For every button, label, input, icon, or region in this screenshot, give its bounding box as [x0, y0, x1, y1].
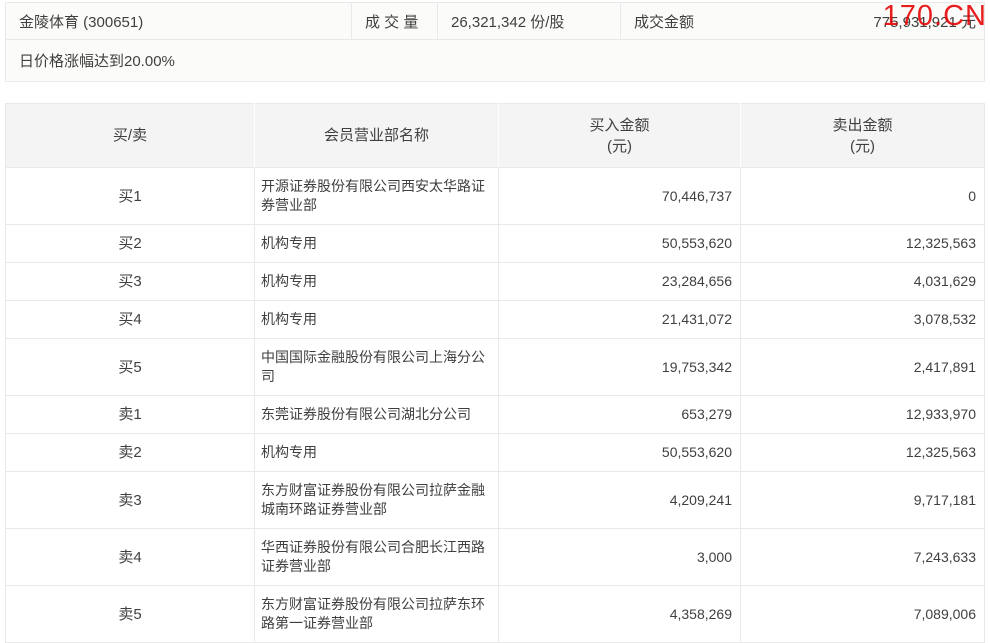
sell-amount-cell: 7,089,006	[741, 586, 985, 643]
site-watermark: 170.CN	[883, 0, 987, 33]
side-cell: 卖5	[6, 586, 255, 643]
side-cell: 卖1	[6, 396, 255, 434]
header-buy-amount: 买入金额 (元)	[499, 104, 741, 168]
table-row: 买5中国国际金融股份有限公司上海分公司19,753,3422,417,891	[6, 339, 985, 396]
volume-label: 成 交 量	[352, 3, 438, 39]
table-row: 卖4华西证券股份有限公司合肥长江西路证券营业部3,0007,243,633	[6, 529, 985, 586]
summary-box: 金陵体育 (300651) 成 交 量 26,321,342 份/股 成交金额 …	[5, 2, 985, 82]
buy-amount-cell: 50,553,620	[499, 225, 741, 263]
broker-name-cell: 中国国际金融股份有限公司上海分公司	[255, 339, 499, 396]
table-row: 卖2机构专用50,553,62012,325,563	[6, 434, 985, 472]
sell-amount-cell: 3,078,532	[741, 301, 985, 339]
buy-amount-cell: 653,279	[499, 396, 741, 434]
side-cell: 买4	[6, 301, 255, 339]
broker-name-cell: 华西证券股份有限公司合肥长江西路证券营业部	[255, 529, 499, 586]
broker-name-cell: 东莞证券股份有限公司湖北分公司	[255, 396, 499, 434]
header-sell-amount: 卖出金额 (元)	[741, 104, 985, 168]
header-buy-sell: 买/卖	[6, 104, 255, 168]
sell-amount-cell: 12,325,563	[741, 225, 985, 263]
buy-amount-cell: 70,446,737	[499, 168, 741, 225]
side-cell: 卖4	[6, 529, 255, 586]
stock-title: 金陵体育 (300651)	[6, 3, 352, 39]
broker-name-cell: 东方财富证券股份有限公司拉萨东环路第一证券营业部	[255, 586, 499, 643]
sell-amount-cell: 12,933,970	[741, 396, 985, 434]
broker-name-cell: 开源证券股份有限公司西安太华路证券营业部	[255, 168, 499, 225]
table-row: 卖1东莞证券股份有限公司湖北分公司653,27912,933,970	[6, 396, 985, 434]
table-row: 卖3东方财富证券股份有限公司拉萨金融城南环路证券营业部4,209,2419,71…	[6, 472, 985, 529]
buy-amount-cell: 3,000	[499, 529, 741, 586]
turnover-label: 成交金额	[634, 11, 694, 32]
side-cell: 买3	[6, 263, 255, 301]
sell-amount-cell: 7,243,633	[741, 529, 985, 586]
buy-amount-cell: 21,431,072	[499, 301, 741, 339]
buy-amount-cell: 50,553,620	[499, 434, 741, 472]
table-row: 买1开源证券股份有限公司西安太华路证券营业部70,446,7370	[6, 168, 985, 225]
table-row: 卖5东方财富证券股份有限公司拉萨东环路第一证券营业部4,358,2697,089…	[6, 586, 985, 643]
buy-amount-cell: 4,209,241	[499, 472, 741, 529]
buy-amount-cell: 4,358,269	[499, 586, 741, 643]
sell-amount-cell: 9,717,181	[741, 472, 985, 529]
broker-name-cell: 机构专用	[255, 301, 499, 339]
sell-amount-cell: 0	[741, 168, 985, 225]
header-broker-name: 会员营业部名称	[255, 104, 499, 168]
broker-name-cell: 机构专用	[255, 263, 499, 301]
sell-amount-cell: 12,325,563	[741, 434, 985, 472]
volume-value: 26,321,342 份/股	[438, 3, 621, 39]
side-cell: 卖3	[6, 472, 255, 529]
table-body: 买1开源证券股份有限公司西安太华路证券营业部70,446,7370买2机构专用5…	[6, 168, 985, 643]
broker-name-cell: 机构专用	[255, 225, 499, 263]
side-cell: 买5	[6, 339, 255, 396]
table-row: 买4机构专用21,431,0723,078,532	[6, 301, 985, 339]
buy-amount-cell: 19,753,342	[499, 339, 741, 396]
table-header-row: 买/卖 会员营业部名称 买入金额 (元) 卖出金额 (元)	[6, 104, 985, 168]
broker-name-cell: 机构专用	[255, 434, 499, 472]
side-cell: 买1	[6, 168, 255, 225]
broker-ranking-table: 买/卖 会员营业部名称 买入金额 (元) 卖出金额 (元) 买1开源证券股份有限…	[5, 103, 985, 643]
sell-amount-cell: 2,417,891	[741, 339, 985, 396]
broker-name-cell: 东方财富证券股份有限公司拉萨金融城南环路证券营业部	[255, 472, 499, 529]
table-row: 买2机构专用50,553,62012,325,563	[6, 225, 985, 263]
price-change-note: 日价格涨幅达到20.00%	[6, 40, 984, 81]
summary-row: 金陵体育 (300651) 成 交 量 26,321,342 份/股 成交金额 …	[6, 3, 984, 40]
buy-amount-cell: 23,284,656	[499, 263, 741, 301]
side-cell: 卖2	[6, 434, 255, 472]
table-row: 买3机构专用23,284,6564,031,629	[6, 263, 985, 301]
sell-amount-cell: 4,031,629	[741, 263, 985, 301]
side-cell: 买2	[6, 225, 255, 263]
